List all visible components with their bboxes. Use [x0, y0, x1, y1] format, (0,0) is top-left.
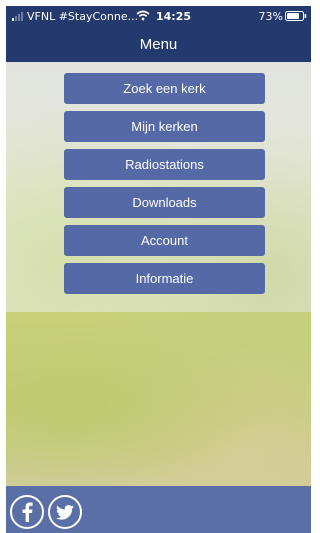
app-screen: VFNL #StayConne... 14:25 73% Menu Zoek e… [0, 0, 317, 533]
twitter-icon [56, 504, 74, 520]
menu-item-informatie[interactable]: Informatie [64, 263, 265, 294]
menu-item-account[interactable]: Account [64, 225, 265, 256]
wifi-icon [136, 10, 150, 21]
footer-bar [6, 486, 311, 533]
menu-item-mijn-kerken[interactable]: Mijn kerken [64, 111, 265, 142]
status-carrier-group: VFNL #StayConne... [12, 10, 138, 23]
status-bar: VFNL #StayConne... 14:25 73% [6, 6, 311, 26]
menu-item-radiostations[interactable]: Radiostations [64, 149, 265, 180]
menu-item-zoek-een-kerk[interactable]: Zoek een kerk [64, 73, 265, 104]
main-menu: Zoek een kerk Mijn kerken Radiostations … [64, 73, 265, 301]
battery-percentage: 73% [258, 10, 283, 23]
top-bar: VFNL #StayConne... 14:25 73% Menu [6, 6, 311, 62]
page-title: Menu [139, 36, 178, 53]
twitter-button[interactable] [48, 495, 82, 529]
battery-icon [285, 11, 307, 21]
background-image-bottom [6, 312, 311, 486]
facebook-button[interactable] [10, 495, 44, 529]
status-time: 14:25 [156, 10, 192, 23]
carrier-label: VFNL #StayConne... [27, 10, 139, 23]
facebook-icon [22, 502, 33, 522]
signal-icon [12, 12, 24, 21]
menu-item-downloads[interactable]: Downloads [64, 187, 265, 218]
